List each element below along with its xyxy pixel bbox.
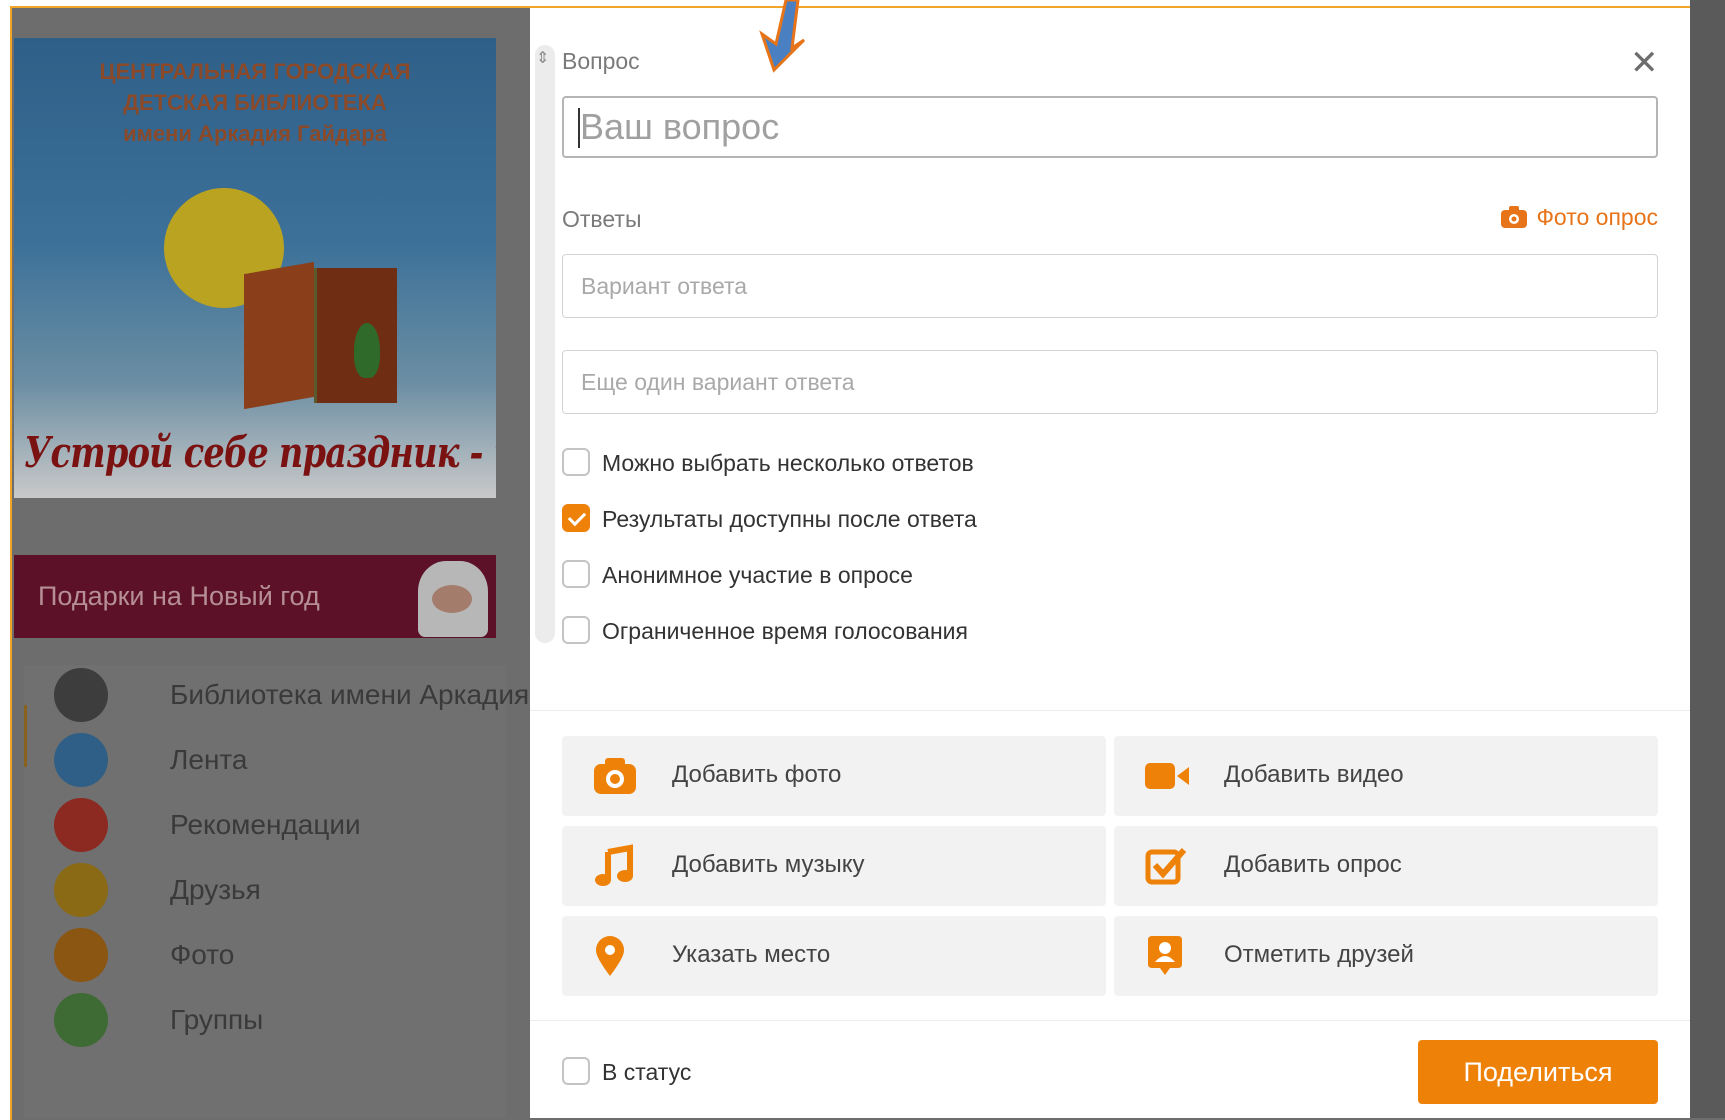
- answer-option-input-2[interactable]: [562, 350, 1658, 414]
- checkbox-label: В статус: [602, 1059, 692, 1085]
- checkbox-label: Результаты доступны после ответа: [602, 506, 977, 532]
- add-photo-button[interactable]: Добавить фото: [562, 736, 1106, 816]
- feed-icon: [54, 733, 108, 787]
- sidebar-item-label: Библиотека имени Аркадия: [170, 679, 530, 710]
- action-label: Добавить фото: [672, 761, 842, 788]
- question-input[interactable]: [562, 96, 1658, 158]
- add-music-button[interactable]: Добавить музыку: [562, 826, 1106, 906]
- answers-label: Ответы: [562, 206, 642, 232]
- tag-friends-icon: [1144, 934, 1190, 978]
- action-label: Добавить музыку: [672, 851, 865, 878]
- banner-slogan: Устрой себе праздник - читай!: [24, 428, 496, 477]
- divider: [530, 1020, 1690, 1021]
- poll-modal: ⇕ Вопрос ✕ Ответы Фото опрос Можно выбра…: [530, 0, 1690, 1118]
- add-location-button[interactable]: Указать место: [562, 916, 1106, 996]
- photo-poll-label: Фото опрос: [1536, 204, 1658, 230]
- sidebar-item-groups[interactable]: Группы: [54, 990, 514, 1050]
- checkbox[interactable]: [562, 1057, 590, 1085]
- friends-icon: [54, 863, 108, 917]
- location-pin-icon: [592, 934, 638, 978]
- library-banner: ЦЕНТРАЛЬНАЯ ГОРОДСКАЯ ДЕТСКАЯ БИБЛИОТЕКА…: [14, 38, 496, 498]
- sidebar-item-label: Друзья: [170, 874, 261, 905]
- photo-poll-link[interactable]: Фото опрос: [1500, 204, 1658, 235]
- page-scrollbar-area: [1690, 0, 1725, 1118]
- sidebar-item-recommendations[interactable]: Рекомендации: [54, 795, 514, 855]
- santa-illustration: [418, 561, 488, 637]
- music-note-icon: [592, 844, 638, 888]
- checkbox-checked[interactable]: [562, 504, 590, 532]
- close-icon[interactable]: ✕: [1630, 46, 1659, 80]
- camera-icon: [1500, 205, 1528, 235]
- sidebar-nav: Библиотека имени Аркадия Лента Рекоменда…: [24, 665, 529, 1118]
- sidebar-item-label: Фото: [170, 939, 235, 970]
- banner-title-line: имени Аркадия Гайдара: [123, 121, 387, 146]
- nav-active-indicator: [24, 705, 27, 767]
- scroll-updown-icon[interactable]: ⇕: [536, 48, 549, 68]
- sidebar-item-profile[interactable]: Библиотека имени Аркадия: [54, 665, 529, 725]
- groups-icon: [54, 993, 108, 1047]
- checkbox[interactable]: [562, 448, 590, 476]
- question-label: Вопрос: [562, 48, 640, 74]
- video-camera-icon: [1144, 754, 1190, 798]
- checkbox[interactable]: [562, 616, 590, 644]
- action-label: Отметить друзей: [1224, 941, 1414, 968]
- banner-title-line: ДЕТСКАЯ БИБЛИОТЕКА: [123, 90, 387, 115]
- sidebar-item-feed[interactable]: Лента: [54, 730, 514, 790]
- profile-icon: [54, 668, 108, 722]
- checkbox[interactable]: [562, 560, 590, 588]
- share-button[interactable]: Поделиться: [1418, 1040, 1658, 1104]
- checkbox-label: Ограниченное время голосования: [602, 618, 968, 644]
- add-poll-button[interactable]: Добавить опрос: [1114, 826, 1658, 906]
- banner-title: ЦЕНТРАЛЬНАЯ ГОРОДСКАЯ ДЕТСКАЯ БИБЛИОТЕКА…: [14, 56, 496, 149]
- add-video-button[interactable]: Добавить видео: [1114, 736, 1658, 816]
- gift-banner[interactable]: Подарки на Новый год: [14, 555, 496, 638]
- text-caret: [578, 108, 580, 148]
- book-illustration: [244, 238, 404, 410]
- sidebar-item-label: Лента: [170, 744, 248, 775]
- compass-icon: [54, 798, 108, 852]
- sidebar-item-photo[interactable]: Фото: [54, 925, 514, 985]
- action-label: Добавить видео: [1224, 761, 1404, 788]
- photo-icon: [54, 928, 108, 982]
- divider: [530, 710, 1690, 711]
- annotation-arrow-icon: [759, 0, 806, 73]
- action-label: Добавить опрос: [1224, 851, 1402, 878]
- checkbox-label: Можно выбрать несколько ответов: [602, 450, 974, 476]
- action-label: Указать место: [672, 941, 831, 968]
- checkbox-label: Анонимное участие в опросе: [602, 562, 913, 588]
- frame-top-border: [530, 6, 1690, 8]
- modal-scrollbar[interactable]: [535, 45, 555, 643]
- sidebar-item-label: Рекомендации: [170, 809, 361, 840]
- gift-banner-label: Подарки на Новый год: [38, 581, 320, 611]
- poll-check-icon: [1144, 844, 1190, 888]
- banner-title-line: ЦЕНТРАЛЬНАЯ ГОРОДСКАЯ: [99, 59, 411, 84]
- camera-icon: [592, 754, 638, 798]
- tag-friends-button[interactable]: Отметить друзей: [1114, 916, 1658, 996]
- sidebar-item-friends[interactable]: Друзья: [54, 860, 514, 920]
- answer-option-input-1[interactable]: [562, 254, 1658, 318]
- sidebar-item-label: Группы: [170, 1004, 264, 1035]
